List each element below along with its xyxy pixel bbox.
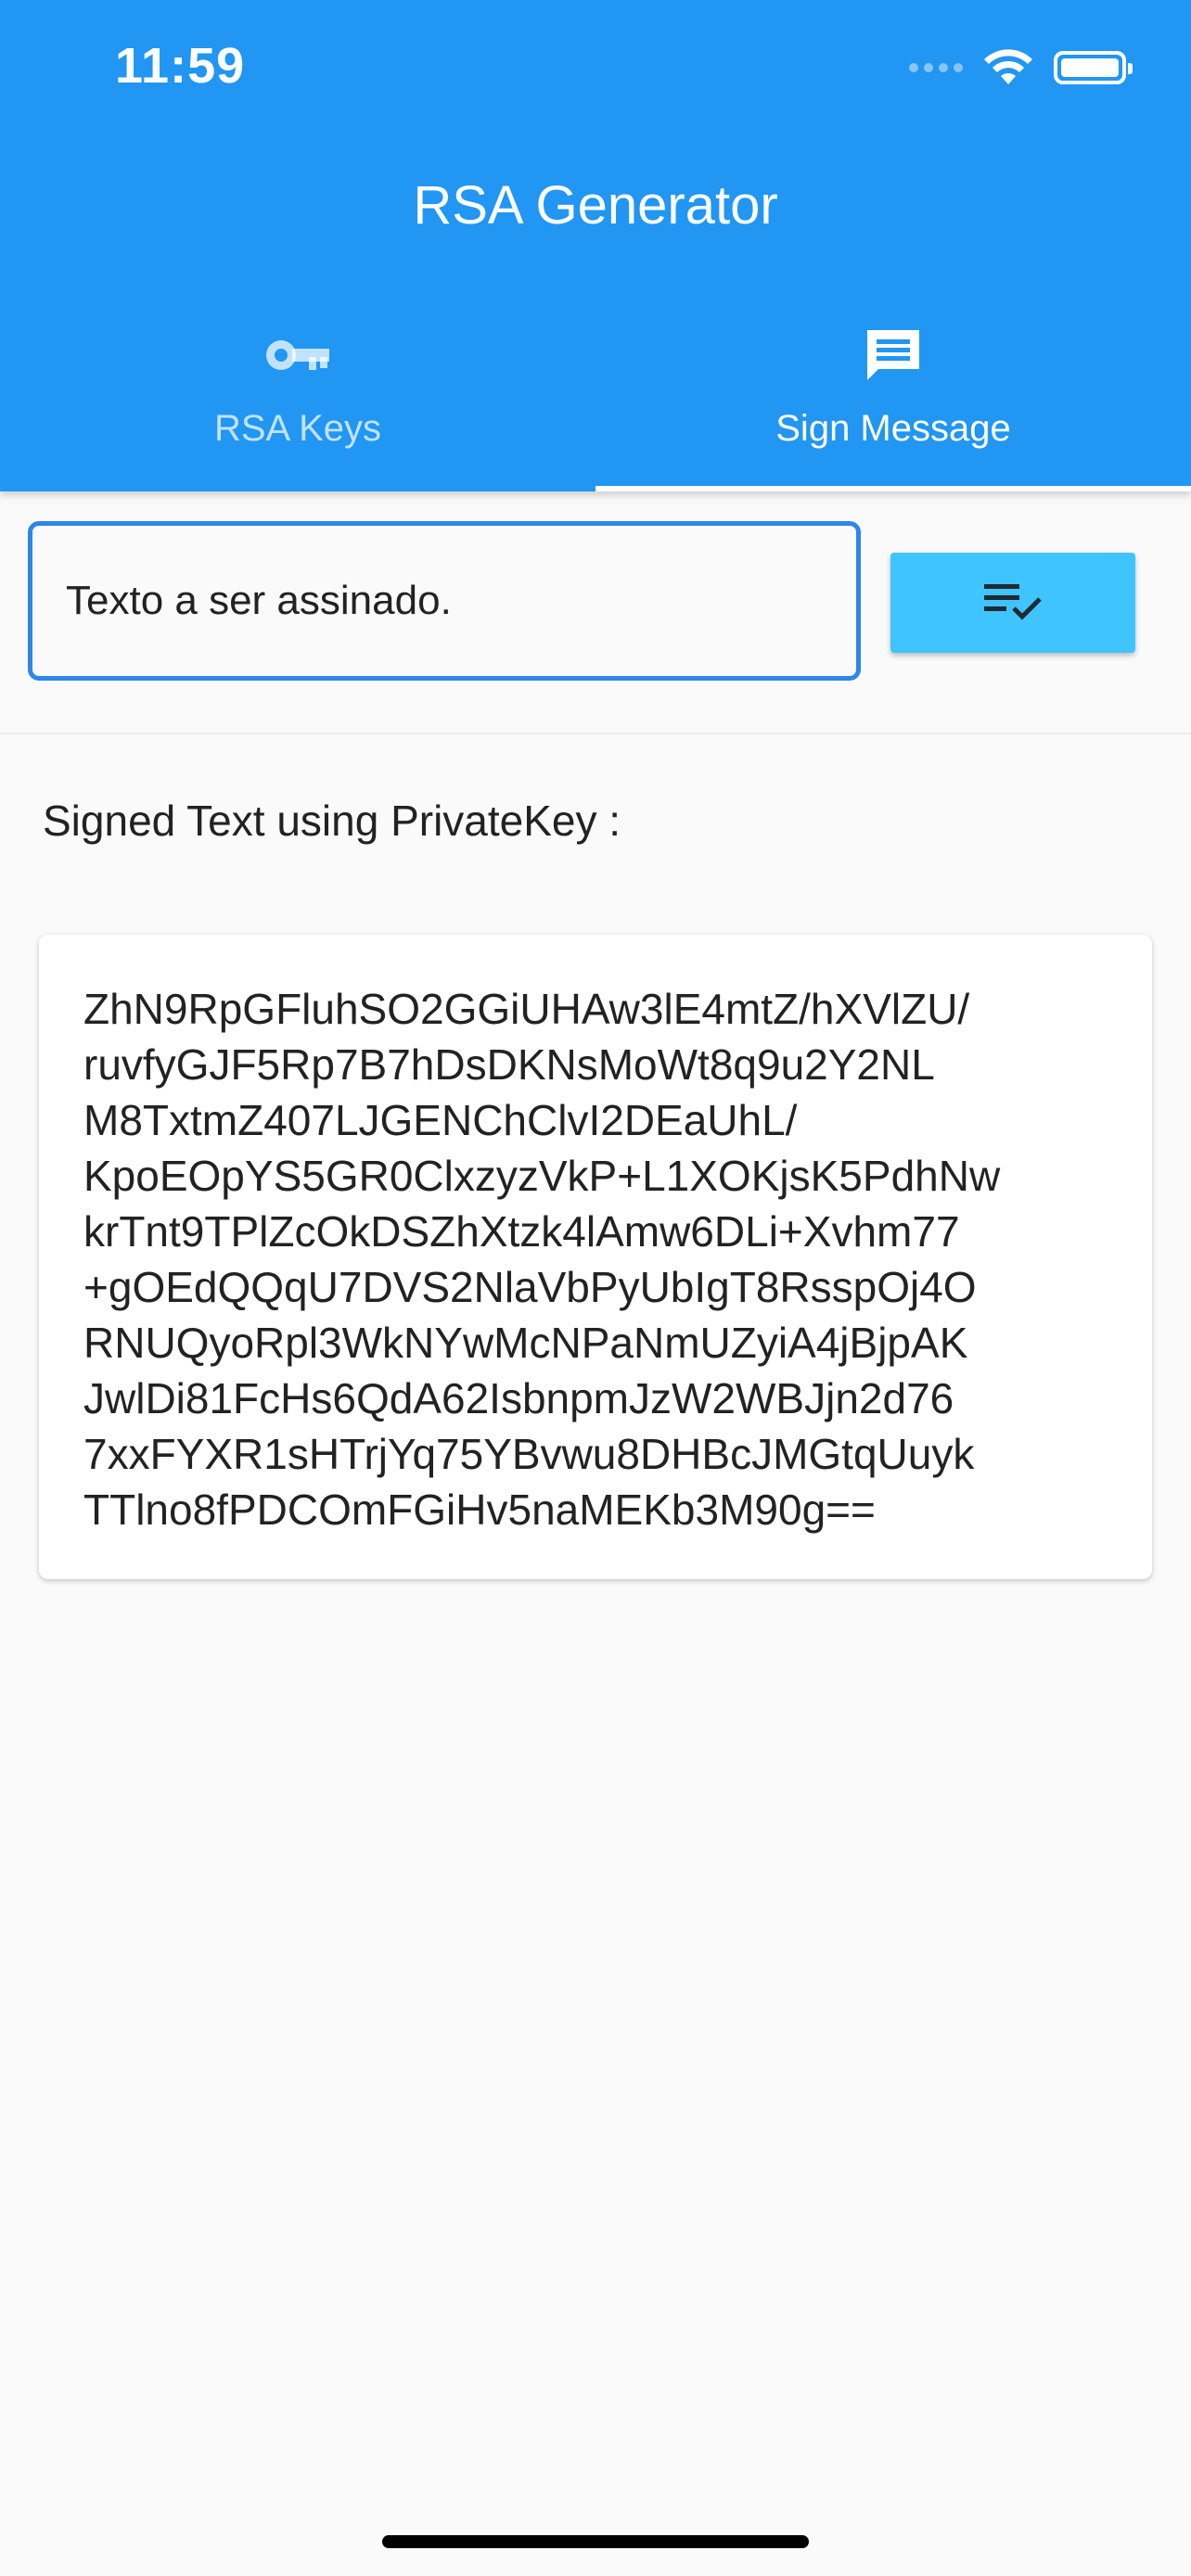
tab-rsa-keys[interactable]: RSA Keys — [0, 306, 596, 491]
battery-icon — [1054, 51, 1133, 84]
status-icons — [909, 45, 1133, 91]
wifi-icon — [984, 49, 1032, 84]
tab-label: Sign Message — [775, 408, 1011, 449]
signature-line: ruvfyGJF5Rp7B7hDsDKNsMoWt8q9u2Y2NL — [83, 1040, 935, 1089]
signature-text: ZhN9RpGFluhSO2GGiUHAw3lE4mtZ/hXVlZU/ ruv… — [83, 981, 1152, 1537]
signature-line: M8TxtmZ407LJGENChClvI2DEaUhL/ — [83, 1096, 798, 1144]
signature-line: RNUQyoRpl3WkNYwMcNPaNmUZyiA4jBjpAK — [83, 1319, 968, 1367]
tab-bar: RSA Keys Sign Message — [0, 306, 1191, 491]
tab-sign-message[interactable]: Sign Message — [596, 306, 1191, 491]
signature-line: ZhN9RpGFluhSO2GGiUHAw3lE4mtZ/hXVlZU/ — [83, 985, 970, 1033]
signature-card: ZhN9RpGFluhSO2GGiUHAw3lE4mtZ/hXVlZU/ ruv… — [39, 935, 1152, 1579]
signature-line: JwlDi81FcHs6QdA62IsbnpmJzW2WBJjn2d76 — [83, 1374, 954, 1422]
app-bar: 11:59 RSA Generator RSA Keys Sign Messag… — [0, 0, 1191, 491]
playlist-check-icon — [984, 584, 1042, 620]
app-title: RSA Generator — [413, 175, 778, 236]
signature-line: +gOEdQQqU7DVS2NlaVbPyUbIgT8RsspOj4O — [83, 1263, 977, 1311]
home-indicator[interactable] — [382, 2535, 809, 2548]
signature-line: TTlno8fPDCOmFGiHv5naMEKb3M90g== — [83, 1486, 876, 1534]
message-input-row — [0, 491, 1191, 734]
message-icon — [864, 323, 923, 388]
signature-line: KpoEOpYS5GR0ClxzyzVkP+L1XOKjsK5PdhNw — [83, 1152, 1001, 1200]
signature-line: krTnt9TPlZcOkDSZhXtzk4lAmw6DLi+Xvhm77 — [83, 1207, 960, 1256]
signature-line: 7xxFYXR1sHTrjYq75YBvwu8DHBcJMGtqUuyk — [83, 1430, 975, 1478]
key-icon — [264, 323, 331, 388]
message-text-field[interactable] — [28, 521, 861, 681]
tab-label: RSA Keys — [213, 408, 382, 449]
message-input[interactable] — [64, 577, 856, 625]
signed-text-label: Signed Text using PrivateKey : — [43, 797, 621, 845]
status-time: 11:59 — [115, 38, 246, 94]
cellular-signal-icon — [909, 63, 963, 72]
sign-button[interactable] — [890, 553, 1135, 653]
